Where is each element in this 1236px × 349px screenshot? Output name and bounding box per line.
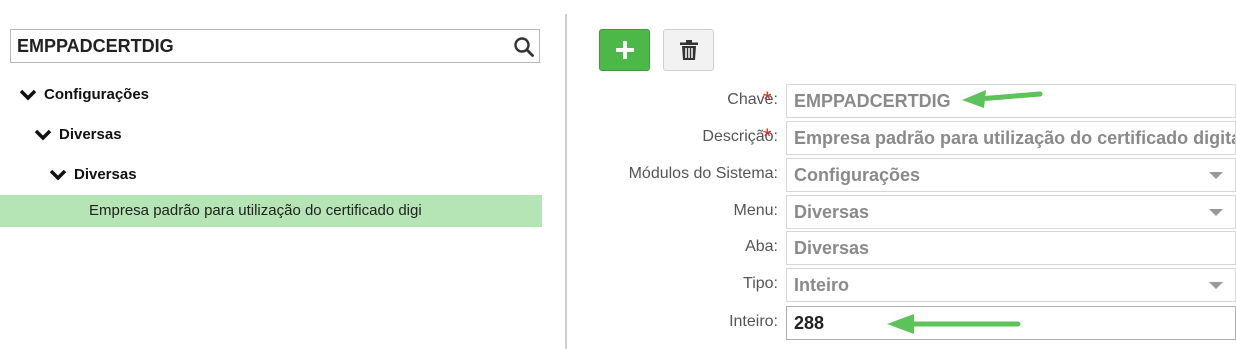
required-star: * [763, 124, 772, 149]
add-button[interactable] [599, 29, 650, 71]
menu-value: Diversas [794, 202, 870, 222]
chevron-down-icon [49, 169, 67, 180]
chevron-down-icon [19, 89, 37, 100]
inteiro-label: Inteiro: [729, 313, 778, 330]
form-row-descricao: Descrição: * Empresa padrão para utiliza… [570, 119, 1236, 155]
panel-divider [565, 14, 567, 349]
tipo-select[interactable]: Inteiro [786, 268, 1236, 302]
dropdown-caret-icon [1209, 282, 1223, 289]
tree-node-label: Diversas [74, 166, 137, 183]
form-row-tipo: Tipo: Inteiro [570, 266, 1236, 302]
aba-field[interactable]: Diversas [786, 231, 1236, 265]
tree-panel: Configurações Diversas Diversas Empresa … [0, 0, 565, 349]
annotation-arrow-icon [962, 90, 1043, 108]
form-row-modulos: Módulos do Sistema: Configurações [570, 156, 1236, 192]
annotation-arrow-icon [887, 314, 1021, 334]
menu-select[interactable]: Diversas [786, 195, 1236, 229]
aba-label: Aba: [745, 238, 778, 255]
modulos-label: Módulos do Sistema: [628, 165, 778, 182]
form-row-aba: Aba: Diversas [570, 229, 1236, 265]
tree-node-label: Diversas [59, 126, 122, 143]
search-box [10, 29, 540, 63]
dropdown-caret-icon [1209, 209, 1223, 216]
tree-leaf-selected[interactable]: Empresa padrão para utilização do certif… [0, 195, 542, 227]
descricao-field[interactable]: Empresa padrão para utilização do certif… [786, 121, 1236, 155]
menu-label: Menu: [733, 202, 778, 219]
tree-node-configuracoes[interactable]: Configurações [19, 86, 149, 103]
required-star: * [763, 87, 772, 112]
modulos-select[interactable]: Configurações [786, 158, 1236, 192]
tree-node-diversas-sub[interactable]: Diversas [49, 166, 137, 183]
tree-node-diversas[interactable]: Diversas [34, 126, 122, 143]
trash-icon [679, 40, 698, 60]
tree-leaf-label: Empresa padrão para utilização do certif… [89, 202, 422, 219]
tree-node-label: Configurações [44, 86, 150, 103]
search-icon[interactable] [513, 36, 535, 58]
tipo-label: Tipo: [743, 275, 778, 292]
dropdown-caret-icon [1209, 172, 1223, 179]
chevron-down-icon [34, 129, 52, 140]
form-row-menu: Menu: Diversas [570, 193, 1236, 229]
plus-icon [615, 41, 634, 59]
delete-button[interactable] [663, 29, 714, 71]
form-row-chave: Chave: * EMPPADCERTDIG [570, 82, 1236, 118]
search-input[interactable] [11, 30, 507, 62]
tipo-value: Inteiro [794, 275, 850, 295]
modulos-value: Configurações [794, 165, 921, 185]
